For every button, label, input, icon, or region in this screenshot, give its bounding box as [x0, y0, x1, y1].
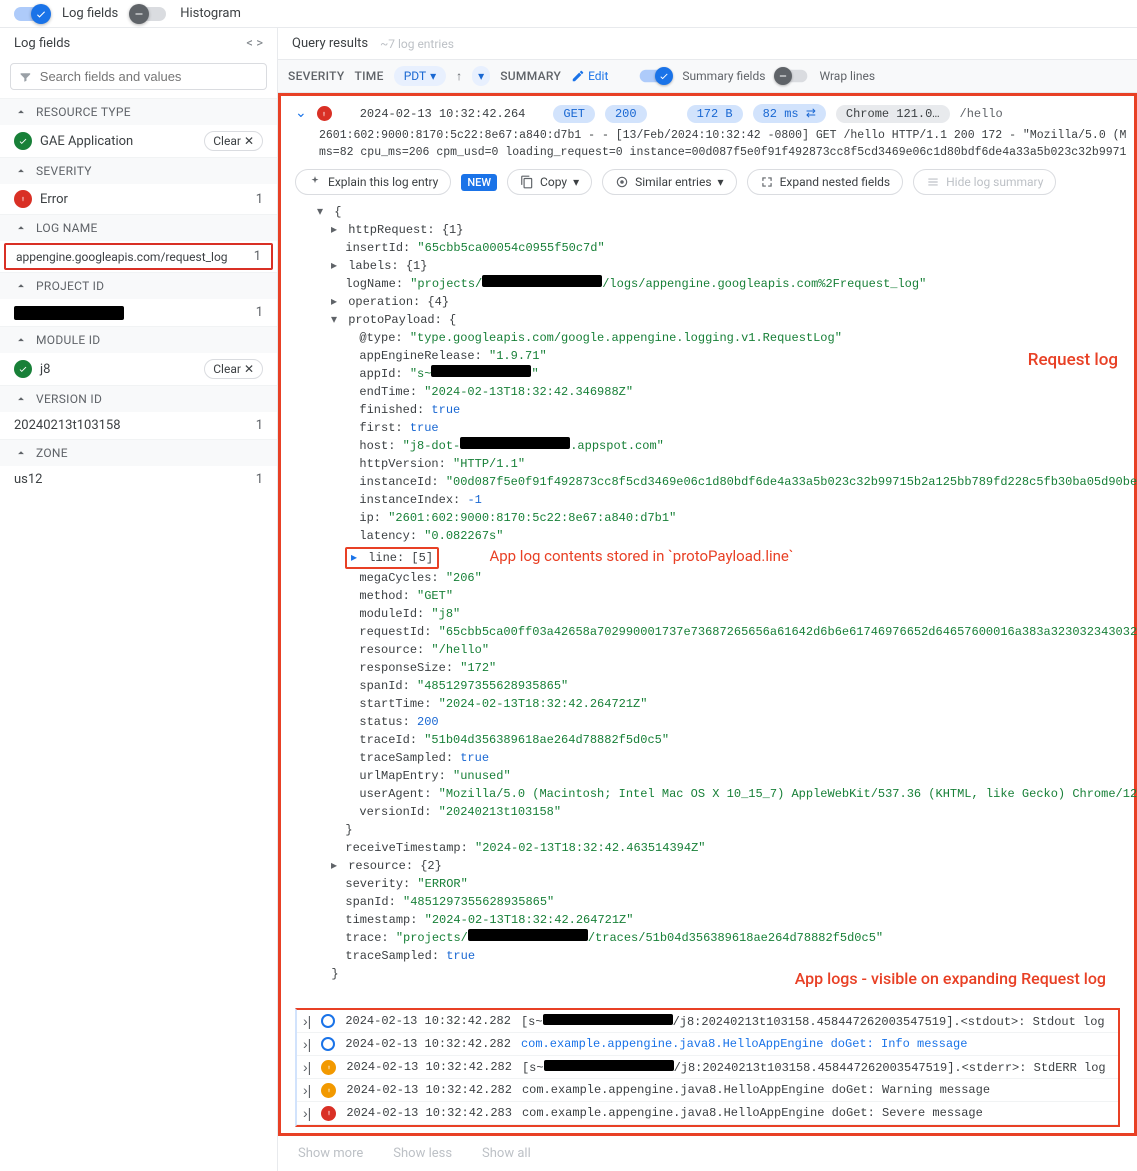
info-outline-icon — [321, 1014, 335, 1028]
similar-button[interactable]: Similar entries ▾ — [602, 169, 736, 195]
minus-icon — [133, 8, 145, 20]
error-circle-icon — [321, 1106, 336, 1121]
hide-summary-button: Hide log summary — [913, 169, 1056, 195]
pencil-icon — [571, 69, 585, 83]
child-log-row[interactable]: ›| 2024-02-13 10:32:42.283 com.example.a… — [297, 1102, 1118, 1125]
entry-timestamp: 2024-02-13 10:32:42.264 — [360, 107, 526, 121]
results-toolbar: SEVERITY TIME PDT ▾ ↑ ▾ SUMMARY Edit Sum… — [278, 60, 1137, 93]
expand-icon — [760, 175, 774, 189]
check-icon — [659, 71, 670, 82]
edit-link[interactable]: Edit — [571, 69, 608, 83]
child-log-row[interactable]: ›| 2024-02-13 10:32:42.282 [s~/j8:202402… — [297, 1056, 1118, 1079]
group-moduleid[interactable]: MODULE ID — [0, 326, 277, 353]
warning-icon — [321, 1083, 336, 1098]
group-severity[interactable]: SEVERITY — [0, 157, 277, 184]
error-circle-icon — [14, 190, 32, 208]
child-log-row[interactable]: ›| 2024-02-13 10:32:42.282 com.example.a… — [297, 1079, 1118, 1102]
warning-icon — [321, 1060, 336, 1075]
ua-pill: Chrome 121.0… — [836, 105, 950, 123]
error-circle-icon — [317, 106, 332, 121]
size-pill: 172 B — [687, 105, 743, 123]
sidebar-search[interactable] — [10, 63, 267, 90]
chevron-up-icon — [14, 164, 28, 178]
top-toolbar: Log fields Histogram — [0, 0, 1137, 28]
group-resource[interactable]: RESOURCE TYPE — [0, 98, 277, 125]
sparkle-icon — [308, 175, 322, 189]
group-projectid[interactable]: PROJECT ID — [0, 272, 277, 299]
raw-line-1: 2601:602:9000:8170:5c22:8e67:a840:d7b1 -… — [289, 127, 1126, 144]
chevron-up-icon — [14, 279, 28, 293]
sort-asc-icon[interactable]: ↑ — [456, 69, 462, 83]
expand-collapse-icon[interactable]: < > — [246, 36, 263, 51]
show-more-link[interactable]: Show more — [298, 1146, 363, 1161]
footer-links: Show more Show less Show all — [278, 1136, 1137, 1171]
filter-icon — [19, 70, 32, 84]
annotation-app-logs: App logs - visible on expanding Request … — [795, 969, 1106, 988]
group-zone[interactable]: ZONE — [0, 439, 277, 466]
info-outline-icon — [321, 1037, 335, 1051]
minus-icon — [778, 71, 789, 82]
child-log-row[interactable]: ›| 2024-02-13 10:32:42.282 com.example.a… — [297, 1033, 1118, 1056]
chevron-up-icon — [14, 105, 28, 119]
new-badge: NEW — [461, 174, 497, 191]
check-circle-icon — [14, 360, 32, 378]
expand-button[interactable]: Expand nested fields — [747, 169, 904, 195]
item-versionid[interactable]: 20240213t103158 1 — [0, 412, 277, 439]
sidebar-title: Log fields — [14, 36, 70, 51]
check-icon — [35, 8, 47, 20]
status-pill: 200 — [605, 105, 647, 123]
explain-button[interactable]: Explain this log entry — [295, 169, 451, 195]
chevron-up-icon — [14, 392, 28, 406]
copy-icon — [520, 175, 534, 189]
line-highlight: line: [5] — [345, 547, 439, 569]
item-request-log[interactable]: appengine.googleapis.com/request_log 1 — [4, 243, 273, 270]
collapse-icon[interactable]: ⌄ — [295, 105, 307, 122]
histogram-toggle[interactable] — [132, 7, 166, 21]
list-icon — [926, 175, 940, 189]
main-panel: Query results ~7 log entries SEVERITY TI… — [278, 28, 1137, 1171]
clear-chip[interactable]: Clear ✕ — [204, 359, 263, 379]
logfields-toggle[interactable] — [14, 7, 48, 21]
item-j8[interactable]: j8 Clear ✕ — [0, 353, 277, 385]
item-error[interactable]: Error 1 — [0, 184, 277, 214]
show-all-link[interactable]: Show all — [482, 1146, 531, 1161]
group-logname[interactable]: LOG NAME — [0, 214, 277, 241]
search-input[interactable] — [40, 69, 258, 84]
sidebar: Log fields < > RESOURCE TYPE GAE Applica… — [0, 28, 278, 1171]
child-logs: ›| 2024-02-13 10:32:42.282 [s~/j8:202402… — [295, 1008, 1120, 1127]
close-icon: ✕ — [244, 362, 254, 376]
query-results-title: Query results — [292, 36, 368, 51]
chevron-up-icon — [14, 221, 28, 235]
chevron-up-icon — [14, 333, 28, 347]
annotation-line: App log contents stored in `protoPayload… — [489, 547, 793, 565]
copy-button[interactable]: Copy ▾ — [507, 169, 592, 195]
json-tree[interactable]: { httpRequest: {1} insertId: "65cbb5ca00… — [289, 203, 1126, 989]
show-less-link[interactable]: Show less — [393, 1146, 452, 1161]
item-gae-app[interactable]: GAE Application Clear ✕ — [0, 125, 277, 157]
close-icon: ✕ — [244, 134, 254, 148]
histogram-label: Histogram — [180, 6, 241, 21]
redacted-project — [14, 306, 124, 320]
latency-pill: 82 ms ⇄ — [753, 104, 826, 123]
timezone-dropdown[interactable]: PDT ▾ — [394, 66, 446, 86]
summary-fields-toggle[interactable] — [640, 70, 671, 83]
method-pill: GET — [553, 105, 595, 123]
child-log-row[interactable]: ›| 2024-02-13 10:32:42.282 [s~/j8:202402… — [297, 1010, 1118, 1033]
raw-line-2: ms=82 cpu_ms=206 cpm_usd=0 loading_reque… — [289, 144, 1126, 161]
item-zone[interactable]: us12 1 — [0, 466, 277, 493]
target-icon — [615, 175, 629, 189]
logfields-label: Log fields — [62, 6, 118, 21]
request-path: /hello — [960, 107, 1003, 121]
log-entry-expanded: ⌄ 2024-02-13 10:32:42.264 GET 200 172 B … — [278, 93, 1137, 1136]
query-results-hint: ~7 log entries — [380, 37, 454, 51]
clear-chip[interactable]: Clear ✕ — [204, 131, 263, 151]
annotation-request-log: Request log — [1028, 350, 1118, 370]
dropdown-icon[interactable]: ▾ — [472, 66, 490, 86]
item-projectid[interactable]: 1 — [0, 299, 277, 326]
group-versionid[interactable]: VERSION ID — [0, 385, 277, 412]
wrap-toggle[interactable] — [777, 70, 808, 83]
chevron-up-icon — [14, 446, 28, 460]
check-circle-icon — [14, 132, 32, 150]
